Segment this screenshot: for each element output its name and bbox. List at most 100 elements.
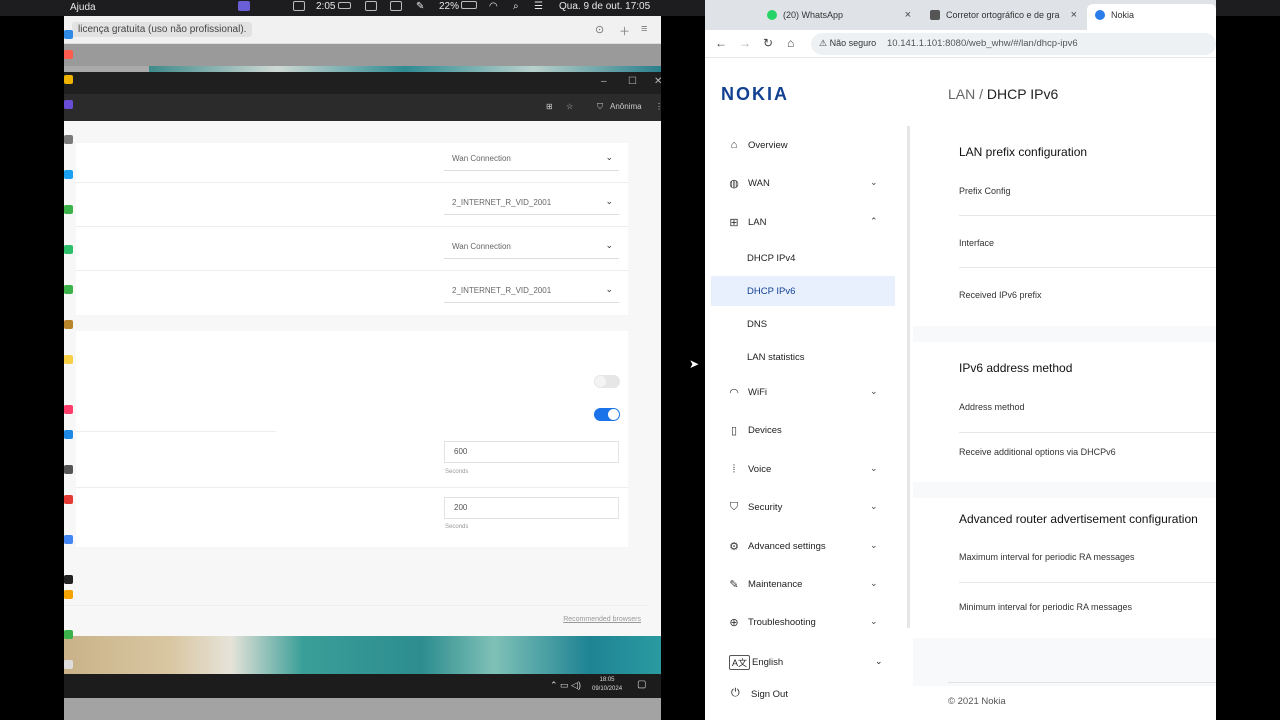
dock-app-icon[interactable] — [64, 465, 73, 474]
sidebar-item-advanced-settings[interactable]: ⚙ Advanced settings ⌄ — [705, 531, 895, 561]
dock-app-icon[interactable] — [64, 405, 73, 414]
more-icon[interactable]: ⋮ — [655, 102, 661, 111]
pen-icon[interactable]: ✎ — [416, 1, 424, 12]
section-title: IPv6 address method — [959, 361, 1073, 375]
sidebar-subitem-dhcp-ipv4[interactable]: DHCP IPv4 — [711, 243, 895, 273]
menubar-datetime[interactable]: Qua. 9 de out. 17:05 — [559, 1, 650, 12]
sidebar-subitem-label: DNS — [747, 319, 768, 330]
dock-app-icon[interactable] — [64, 630, 73, 639]
dock-app-icon[interactable] — [64, 495, 73, 504]
tab-close-icon[interactable]: × — [905, 9, 911, 21]
battery-percent: 22% — [439, 1, 460, 12]
tab-close-icon[interactable]: × — [1071, 9, 1077, 21]
menu-ajuda[interactable]: Ajuda — [70, 2, 96, 13]
sidebar-item-label: Devices — [748, 425, 782, 436]
url-text[interactable]: 10.141.1.101:8080/web_whw/#/lan/dhcp-ipv… — [887, 38, 1078, 49]
nokia-logo[interactable]: NOKIA — [721, 84, 789, 105]
wifi-status-icon[interactable]: ◠ — [489, 1, 498, 12]
dock-app-icon[interactable] — [64, 135, 73, 144]
recommended-browsers-link[interactable]: Recommended browsers — [563, 616, 641, 623]
dock-app-icon[interactable] — [64, 430, 73, 439]
language-select[interactable]: A文 English ⌄ — [725, 652, 890, 674]
toggle-off[interactable] — [594, 375, 620, 388]
notification-icon[interactable]: ▢ — [637, 679, 646, 690]
back-arrow-icon[interactable]: ← — [715, 36, 727, 50]
interface-select-1[interactable]: 2_INTERNET_R_VID_2001 ⌄ — [444, 193, 619, 215]
min-interval-input[interactable]: 200 — [444, 497, 619, 519]
not-secure-label: Não seguro — [829, 38, 877, 48]
menu-icon[interactable]: ≡ — [641, 23, 647, 35]
add-icon[interactable]: ＋ — [619, 23, 630, 39]
dock-app-icon[interactable] — [64, 100, 73, 109]
breadcrumb-parent[interactable]: LAN / — [948, 86, 983, 102]
dock-app-icon[interactable] — [64, 170, 73, 179]
sidebar-item-label: Security — [748, 502, 783, 513]
tab-label: Corretor ortográfico e de gra — [946, 10, 1060, 20]
download-icon[interactable]: ⊙ — [595, 23, 604, 36]
wan-connection-select-2[interactable]: Wan Connection ⌄ — [444, 237, 619, 259]
dock-app-icon[interactable] — [64, 355, 73, 364]
sidebar-item-wan[interactable]: ◍ WAN ⌄ — [705, 168, 895, 198]
tab-whatsapp[interactable]: (20) WhatsApp × — [759, 4, 919, 30]
incognito-label[interactable]: Anônima — [610, 102, 642, 111]
battery-icon[interactable] — [461, 1, 477, 12]
keyboard-icon[interactable] — [390, 1, 402, 14]
wrench-icon: ✎ — [729, 579, 739, 591]
toggle-on[interactable] — [594, 408, 620, 421]
window-icon[interactable] — [293, 1, 305, 14]
taskbar-date: 09/10/2024 — [592, 686, 623, 692]
home-icon[interactable]: ⌂ — [787, 36, 794, 50]
omnibox[interactable]: ⚠ Não seguro 10.141.1.101:8080/web_whw/#… — [811, 33, 1216, 55]
dock-app-icon[interactable] — [64, 535, 73, 544]
mouse-cursor-icon: ➤ — [689, 357, 700, 371]
dock-app-icon[interactable] — [64, 75, 73, 84]
minimize-icon[interactable]: – — [601, 76, 607, 87]
bookmark-star-icon[interactable]: ☆ — [566, 102, 573, 111]
sidebar-item-overview[interactable]: ⌂ Overview — [705, 130, 895, 160]
spotlight-search-icon[interactable]: ⌕ — [513, 1, 519, 12]
sign-out-button[interactable]: ⏻ Sign Out — [725, 684, 845, 706]
control-center-icon[interactable]: ☰ — [534, 1, 543, 12]
dock-app-icon[interactable] — [64, 660, 73, 669]
forward-arrow-icon[interactable]: → — [739, 36, 751, 50]
dock-app-icon[interactable] — [64, 590, 73, 599]
sidebar-subitem-lan-statistics[interactable]: LAN statistics — [711, 342, 895, 372]
sidebar-item-maintenance[interactable]: ✎ Maintenance ⌄ — [705, 569, 895, 599]
dock-app-icon[interactable] — [64, 320, 73, 329]
max-interval-input[interactable]: 600 — [444, 441, 619, 463]
tab-corretor[interactable]: Corretor ortográfico e de gra × — [922, 4, 1085, 30]
sidebar-item-troubleshooting[interactable]: ⊕ Troubleshooting ⌄ — [705, 607, 895, 637]
footer-divider — [948, 682, 1216, 683]
display-icon[interactable] — [365, 1, 377, 14]
sidebar: ⌂ Overview ◍ WAN ⌄ ⊞ LAN ⌃ DHCP IPv4 DHC… — [705, 126, 910, 629]
sidebar-item-wifi[interactable]: ◠ WiFi ⌄ — [705, 377, 895, 407]
dock-app-icon[interactable] — [64, 50, 73, 59]
reload-icon[interactable]: ↻ — [763, 36, 773, 50]
sidebar-scrollbar[interactable] — [907, 126, 910, 628]
devices-icon: ▯ — [730, 425, 738, 437]
close-icon[interactable]: ✕ — [654, 76, 661, 87]
divider — [76, 431, 276, 432]
sidebar-item-devices[interactable]: ▯ Devices — [705, 415, 895, 445]
sidebar-subitem-dhcp-ipv6[interactable]: DHCP IPv6 — [711, 276, 895, 306]
sidebar-item-voice[interactable]: ⦙ Voice ⌄ — [705, 454, 895, 484]
screen-share-icon[interactable] — [238, 1, 250, 14]
maximize-icon[interactable]: ☐ — [628, 76, 637, 87]
sidebar-item-security[interactable]: ⛉ Security ⌄ — [705, 492, 895, 522]
sidebar-item-lan[interactable]: ⊞ LAN ⌃ — [705, 207, 895, 237]
dock-app-icon[interactable] — [64, 575, 73, 584]
translate-icon[interactable]: ⊞ — [546, 102, 553, 111]
wan-connection-select-1[interactable]: Wan Connection ⌄ — [444, 149, 619, 171]
tab-nokia[interactable]: Nokia — [1087, 4, 1216, 30]
dock-app-icon[interactable] — [64, 30, 73, 39]
dock-app-icon[interactable] — [64, 245, 73, 254]
not-secure-badge[interactable]: ⚠ Não seguro — [819, 38, 876, 49]
tray-icons[interactable]: ⌃ ▭ ◁) — [550, 680, 581, 691]
dock-app-icon[interactable] — [64, 285, 73, 294]
sidebar-item-label: WAN — [748, 178, 770, 189]
interface-select-2[interactable]: 2_INTERNET_R_VID_2001 ⌄ — [444, 281, 619, 303]
inner-router-page: Wan Connection ⌄ 2_INTERNET_R_VID_2001 ⌄ W… — [64, 121, 661, 636]
taskbar-clock[interactable]: 18:05 09/10/2024 — [592, 676, 622, 694]
dock-app-icon[interactable] — [64, 205, 73, 214]
sidebar-subitem-dns[interactable]: DNS — [711, 309, 895, 339]
